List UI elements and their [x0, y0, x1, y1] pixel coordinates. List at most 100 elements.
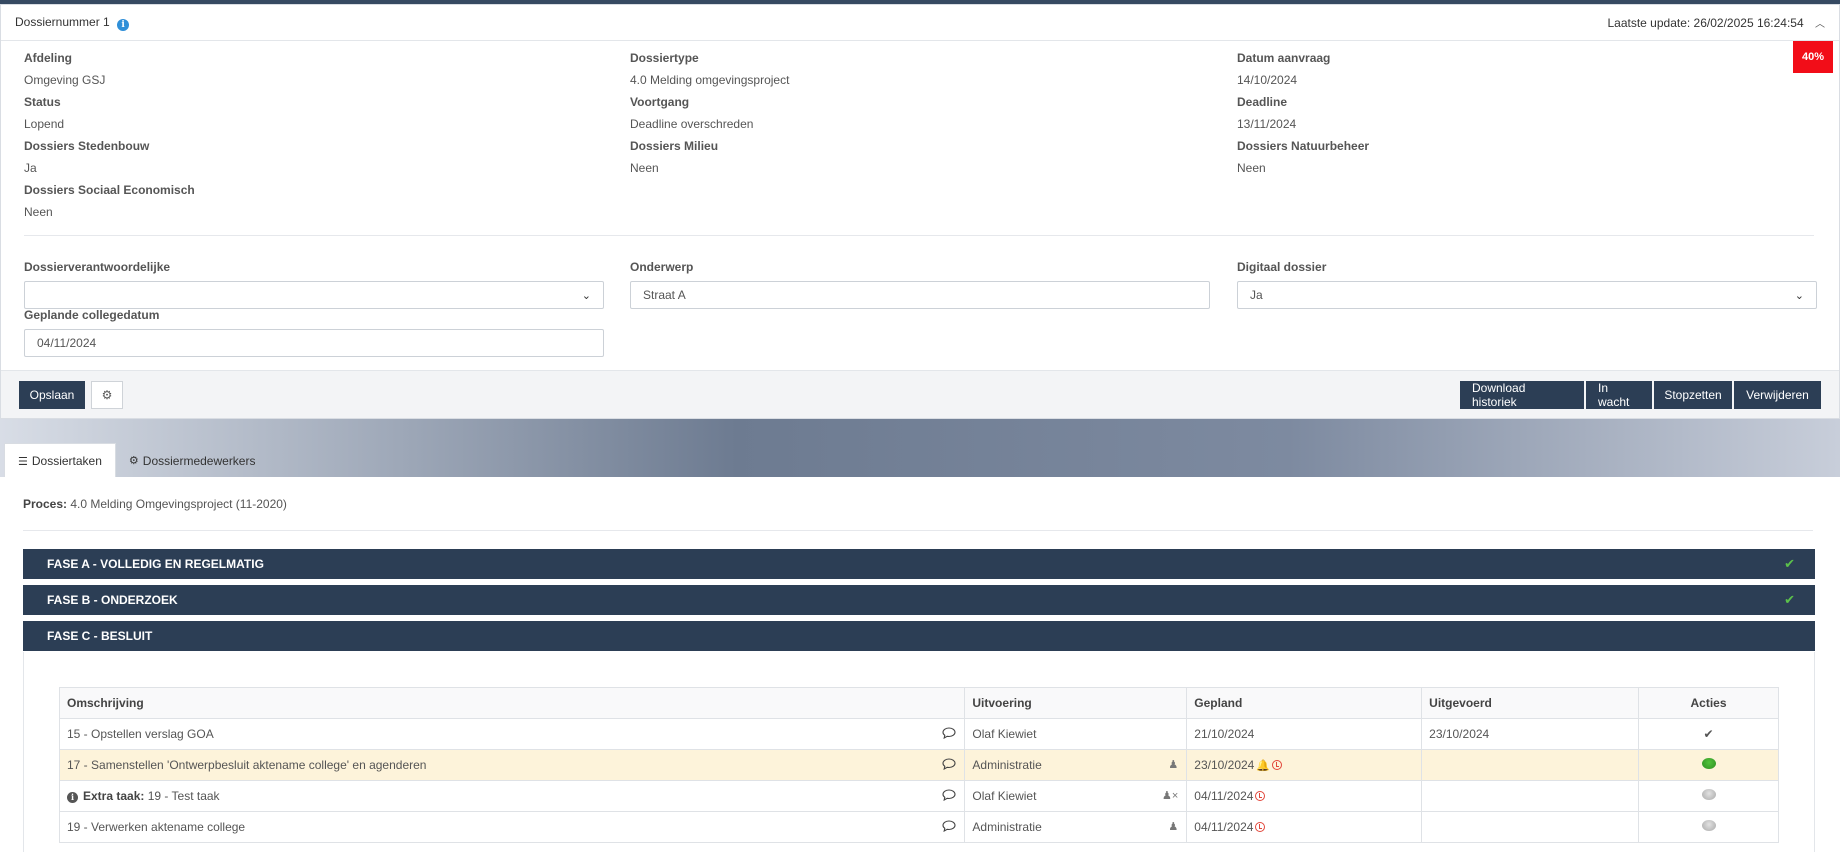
- task-cell[interactable]: 15 - Opstellen verslag GOA: [58, 718, 966, 750]
- field-value: 4.0 Melding omgevingsproject: [630, 73, 790, 87]
- field-value: Deadline overschreden: [630, 117, 754, 131]
- user-icon[interactable]: ♟: [1168, 820, 1178, 833]
- info-icon[interactable]: i: [117, 18, 130, 31]
- field-value: Neen: [1237, 161, 1266, 175]
- phase-label: FASE C - BESLUIT: [47, 629, 153, 643]
- comment-icon[interactable]: [942, 820, 956, 832]
- clock-icon: [1255, 822, 1266, 832]
- field-label: Dossiers Milieu: [630, 139, 719, 153]
- field-label: Dossiertype: [630, 51, 699, 65]
- digitaal-select[interactable]: Ja ⌄: [1237, 281, 1817, 309]
- form-digitaal: Digitaal dossier Ja ⌄: [1237, 260, 1817, 309]
- stop-button[interactable]: Stopzetten: [1654, 381, 1732, 409]
- gear-icon[interactable]: ⚙: [91, 381, 123, 409]
- list-icon: ☰: [18, 455, 28, 468]
- form-verantwoordelijke: Dossierverantwoordelijke ⌄: [24, 260, 604, 309]
- field-label: Dossiers Stedenbouw: [24, 139, 150, 153]
- task-cell[interactable]: i Extra taak: 19 - Test taak: [58, 780, 966, 812]
- chevron-up-icon[interactable]: ︿: [1815, 15, 1825, 30]
- panel-footer: Opslaan ⚙ Download historiek In wacht St…: [1, 370, 1839, 418]
- phase-c-header[interactable]: FASE C - BESLUIT: [23, 621, 1815, 651]
- input-value: Straat A: [643, 288, 686, 302]
- task-cell[interactable]: 17 - Samenstellen 'Ontwerpbesluit aktena…: [58, 749, 966, 781]
- task-cell[interactable]: 19 - Verwerken aktename college: [58, 811, 966, 843]
- table-header-row: Omschrijving Uitvoering Gepland Uitgevoe…: [58, 687, 1779, 719]
- select-value: Ja: [1250, 288, 1263, 302]
- field-value: Ja: [24, 161, 37, 175]
- dossier-panel: Dossiernummer 1 i Laatste update: 26/02/…: [0, 4, 1840, 419]
- field-value: Lopend: [24, 117, 65, 131]
- table-row: i Extra taak: 19 - Test taak Olaf Kiewiet…: [58, 780, 1779, 812]
- tabs: ☰ Dossiertaken ⚙ Dossiermedewerkers: [4, 443, 268, 478]
- field-sociaal-economisch: Dossiers Sociaal Economisch Neen: [24, 183, 584, 219]
- action-cell: [1638, 749, 1779, 781]
- executor-cell: Olaf Kiewiet: [964, 718, 1188, 750]
- tab-dossiertaken[interactable]: ☰ Dossiertaken: [4, 443, 116, 478]
- field-value: 13/11/2024: [1237, 117, 1297, 131]
- progress-badge: 40%: [1793, 41, 1833, 73]
- info-icon: i: [67, 792, 78, 803]
- field-label: Voortgang: [630, 95, 690, 109]
- field-label: Deadline: [1237, 95, 1288, 109]
- save-button[interactable]: Opslaan: [19, 381, 85, 409]
- planned-cell: 23/10/2024 🔔: [1186, 749, 1423, 781]
- proces-value: 4.0 Melding Omgevingsproject (11-2020): [70, 497, 287, 511]
- panel-header: Dossiernummer 1 i Laatste update: 26/02/…: [1, 5, 1839, 41]
- last-update: Laatste update: 26/02/2025 16:24:54: [1607, 16, 1804, 30]
- field-value: Neen: [630, 161, 659, 175]
- field-value: Neen: [24, 205, 53, 219]
- comment-icon[interactable]: [942, 789, 956, 801]
- action-cell: [1638, 780, 1779, 812]
- field-label: Geplande collegedatum: [24, 308, 160, 322]
- checkmark-icon: ✔: [1703, 727, 1714, 741]
- task-description: 19 - Test taak: [147, 789, 220, 803]
- done-cell: 23/10/2024: [1421, 718, 1640, 750]
- phase-label: FASE B - ONDERZOEK: [47, 593, 178, 607]
- tab-dossiermedewerkers[interactable]: ⚙ Dossiermedewerkers: [116, 443, 269, 478]
- planned-cell: 21/10/2024: [1186, 718, 1423, 750]
- table-row: 19 - Verwerken aktename college Administ…: [58, 811, 1779, 843]
- planned-date: 04/11/2024: [1194, 789, 1254, 803]
- clock-icon: [1272, 760, 1283, 770]
- field-dossiertype: Dossiertype 4.0 Melding omgevingsproject: [630, 51, 1190, 87]
- status-grey-dot[interactable]: [1701, 820, 1716, 831]
- field-label: Status: [24, 95, 61, 109]
- user-icon[interactable]: ♟: [1168, 758, 1178, 771]
- planned-cell: 04/11/2024: [1186, 811, 1423, 843]
- col-gepland: Gepland: [1186, 687, 1423, 719]
- field-milieu: Dossiers Milieu Neen: [630, 139, 1190, 175]
- executor-cell: Administratie ♟: [964, 811, 1188, 843]
- in-wait-button[interactable]: In wacht: [1586, 381, 1652, 409]
- field-stedenbouw: Dossiers Stedenbouw Ja: [24, 139, 584, 175]
- field-label: Dossierverantwoordelijke: [24, 260, 171, 274]
- done-cell: [1421, 811, 1640, 843]
- done-cell: [1421, 749, 1640, 781]
- field-natuurbeheer: Dossiers Natuurbeheer Neen: [1237, 139, 1797, 175]
- form-onderwerp: Onderwerp Straat A: [630, 260, 1210, 309]
- status-grey-dot[interactable]: [1701, 789, 1716, 800]
- table-row: 17 - Samenstellen 'Ontwerpbesluit aktena…: [58, 749, 1779, 781]
- collegedatum-input[interactable]: 04/11/2024: [24, 329, 604, 357]
- user-remove-icon[interactable]: ♟×: [1162, 789, 1178, 802]
- download-history-button[interactable]: Download historiek: [1460, 381, 1584, 409]
- task-description: 17 - Samenstellen 'Ontwerpbesluit aktena…: [67, 758, 427, 772]
- phase-b-header[interactable]: FASE B - ONDERZOEK ✔: [23, 585, 1815, 615]
- executor-cell: Olaf Kiewiet ♟×: [964, 780, 1188, 812]
- phase-a-header[interactable]: FASE A - VOLLEDIG EN REGELMATIG ✔: [23, 549, 1815, 579]
- verantwoordelijke-select[interactable]: ⌄: [24, 281, 604, 309]
- status-green-dot[interactable]: [1701, 758, 1716, 769]
- tab-label: Dossiermedewerkers: [142, 453, 256, 468]
- onderwerp-input[interactable]: Straat A: [630, 281, 1210, 309]
- action-cell: ✔: [1638, 718, 1779, 750]
- task-description: 15 - Opstellen verslag GOA: [67, 727, 214, 741]
- chevron-down-icon: ⌄: [1794, 289, 1804, 302]
- delete-button[interactable]: Verwijderen: [1734, 381, 1821, 409]
- input-value: 04/11/2024: [37, 336, 97, 350]
- comment-icon[interactable]: [942, 758, 956, 770]
- executor-name: Olaf Kiewiet: [972, 789, 1037, 803]
- field-label: Dossiers Sociaal Economisch: [24, 183, 195, 197]
- comment-icon[interactable]: [942, 727, 956, 739]
- field-label: Digitaal dossier: [1237, 260, 1327, 274]
- divider: [23, 530, 1813, 531]
- proces-line: Proces: 4.0 Melding Omgevingsproject (11…: [23, 497, 287, 511]
